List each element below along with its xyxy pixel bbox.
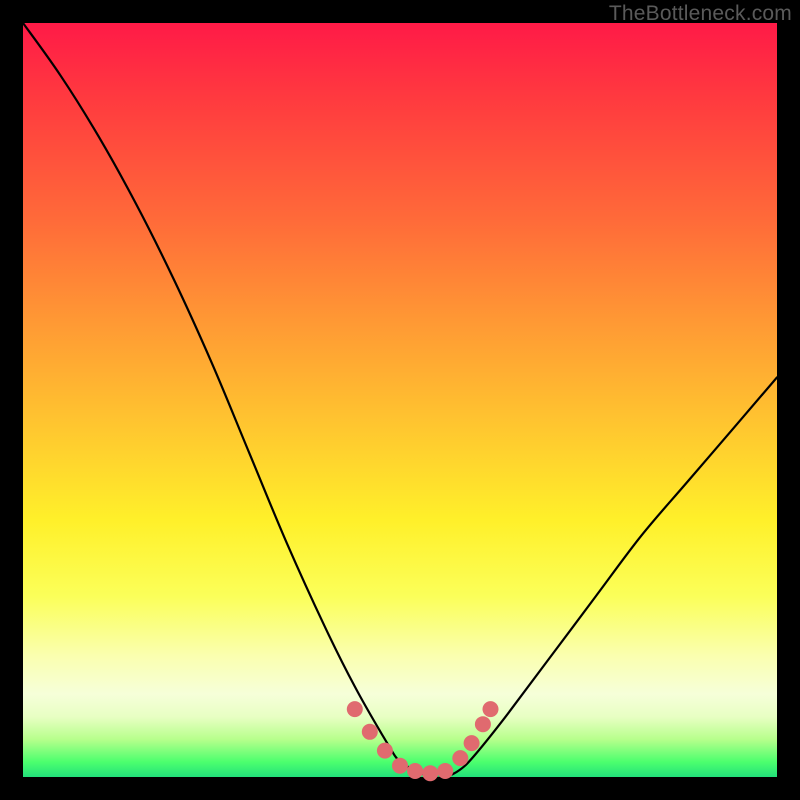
watermark-text: TheBottleneck.com [609,2,792,26]
highlight-dot [407,763,423,779]
highlight-dot [362,724,378,740]
highlight-dot [452,750,468,766]
highlight-dot [392,758,408,774]
highlight-dot [437,763,453,779]
bottleneck-curve [23,23,777,778]
plot-area [23,23,777,777]
highlight-dot [377,743,393,759]
highlight-dot [422,765,438,781]
chart-frame: TheBottleneck.com [0,0,800,800]
highlight-dot [464,735,480,751]
highlight-dot [475,716,491,732]
curve-svg [23,23,777,777]
highlight-dot [483,701,499,717]
highlight-dot [347,701,363,717]
